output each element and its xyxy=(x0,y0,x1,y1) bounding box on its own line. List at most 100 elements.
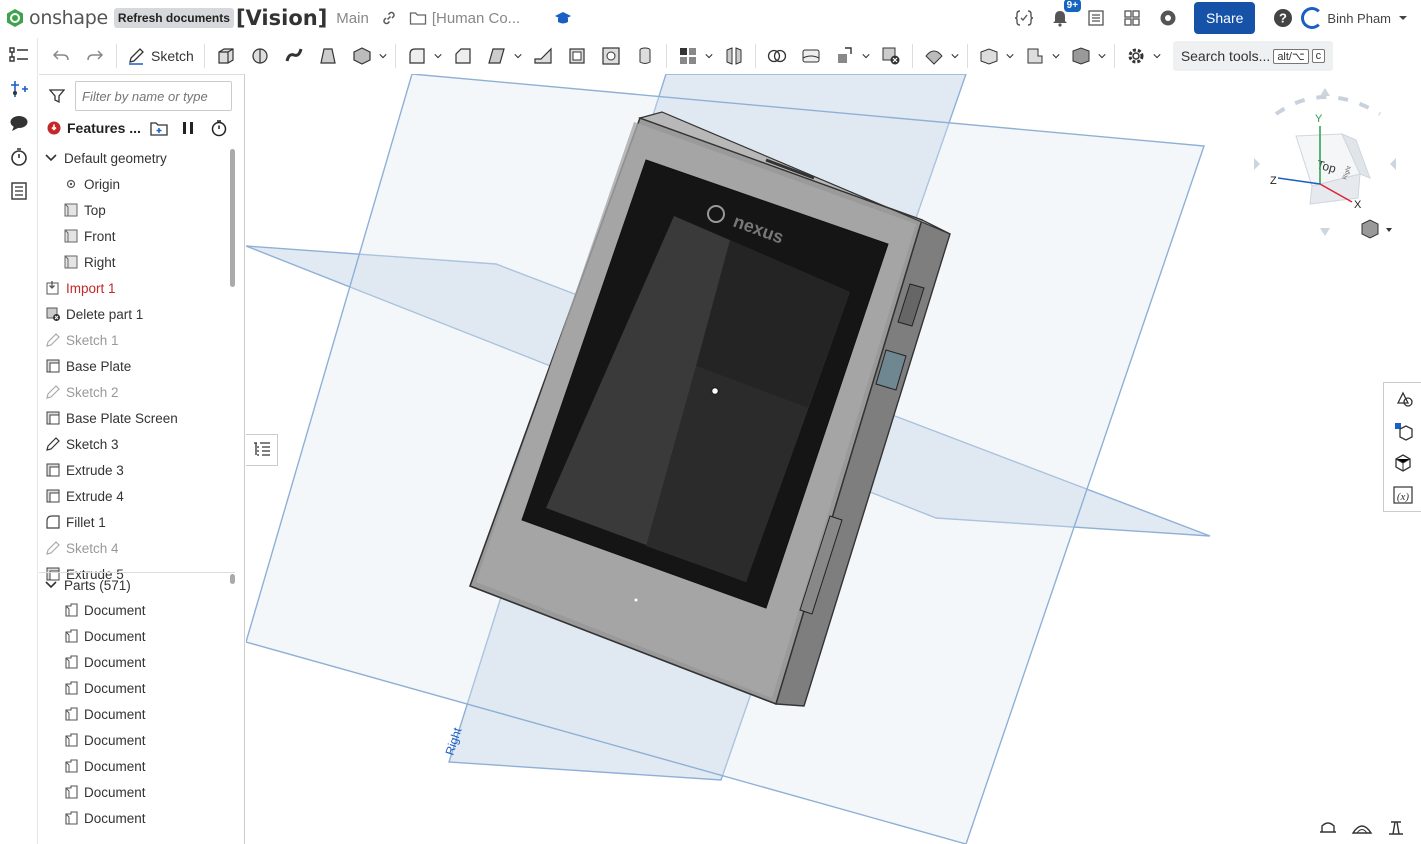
section-view-icon[interactable] xyxy=(1351,818,1373,836)
appearance-panel-icon[interactable] xyxy=(1384,383,1421,415)
add-folder-icon[interactable] xyxy=(149,119,169,137)
cylinder-icon[interactable] xyxy=(634,45,656,67)
parts-list-icon[interactable] xyxy=(0,174,38,208)
help-icon[interactable]: ? xyxy=(1272,7,1294,29)
feature-item-fillet-1[interactable]: Fillet 1 xyxy=(39,509,229,535)
chevron-down-icon[interactable] xyxy=(1006,45,1014,67)
chevron-down-icon[interactable] xyxy=(1098,45,1106,67)
feature-item-origin[interactable]: Origin xyxy=(39,171,229,197)
feature-item-default-geometry[interactable]: Default geometry xyxy=(39,145,229,171)
view-cube[interactable]: Top Right Y X Z xyxy=(1254,88,1396,236)
folder-icon[interactable] xyxy=(409,10,427,26)
measure-tape-icon[interactable] xyxy=(1317,818,1339,836)
refresh-documents-button[interactable]: Refresh documents xyxy=(113,8,234,28)
chevron-down-icon[interactable] xyxy=(379,45,387,67)
viewport-canvas[interactable]: nexus Right Top Right Y X Z xyxy=(246,74,1421,844)
explode-view-icon[interactable] xyxy=(1385,818,1407,836)
thicken-icon[interactable] xyxy=(351,45,373,67)
mirror-icon[interactable] xyxy=(723,45,745,67)
sweep-icon[interactable] xyxy=(283,45,305,67)
filter-funnel-icon[interactable] xyxy=(49,88,65,104)
part-item[interactable]: Document xyxy=(39,727,229,753)
feature-item-top[interactable]: Top xyxy=(39,197,229,223)
feature-list-scrollbar[interactable] xyxy=(230,149,235,287)
undo-icon[interactable] xyxy=(50,45,72,67)
chevron-down-icon[interactable] xyxy=(514,45,522,67)
feature-item-extrude-3[interactable]: Extrude 3 xyxy=(39,457,229,483)
user-menu[interactable]: Binh Pham xyxy=(1301,7,1409,29)
draft-icon[interactable] xyxy=(486,45,508,67)
part-item[interactable]: Document xyxy=(39,805,229,831)
gear-icon[interactable] xyxy=(1125,45,1147,67)
feature-item-right[interactable]: Right xyxy=(39,249,229,275)
notifications-bell-icon[interactable]: 9+ xyxy=(1049,0,1082,29)
branch-name[interactable]: Main xyxy=(336,10,369,27)
transform-icon[interactable] xyxy=(834,45,856,67)
features-label[interactable]: Features ... xyxy=(67,120,141,136)
chevron-down-icon[interactable] xyxy=(1153,45,1161,67)
feature-item-extrude-4[interactable]: Extrude 4 xyxy=(39,483,229,509)
hole-icon[interactable] xyxy=(600,45,622,67)
learning-center-icon[interactable] xyxy=(1157,7,1179,29)
feature-item-sketch-4[interactable]: Sketch 4 xyxy=(39,535,229,561)
part-item[interactable]: Document xyxy=(39,779,229,805)
part-item[interactable]: Document xyxy=(39,675,229,701)
modify-face-icon[interactable] xyxy=(923,45,945,67)
fillet-icon[interactable] xyxy=(406,45,428,67)
shell-icon[interactable] xyxy=(566,45,588,67)
3d-viewport[interactable]: nexus Right Top Right Y X Z xyxy=(246,74,1421,844)
mass-properties-icon[interactable] xyxy=(1384,447,1421,479)
parts-group-header[interactable]: Parts (571) xyxy=(39,573,229,597)
chevron-down-icon[interactable] xyxy=(951,45,959,67)
feature-item-base-plate[interactable]: Base Plate xyxy=(39,353,229,379)
extrude-icon[interactable] xyxy=(215,45,237,67)
chamfer-icon[interactable] xyxy=(452,45,474,67)
feature-list-icon[interactable] xyxy=(0,38,38,72)
part-item[interactable]: Document xyxy=(39,701,229,727)
graduation-cap-icon[interactable] xyxy=(554,10,572,26)
plane-icon[interactable] xyxy=(978,45,1000,67)
onshape-logo[interactable]: onshape xyxy=(5,7,108,29)
origin-marker[interactable] xyxy=(710,386,720,396)
loft-icon[interactable] xyxy=(317,45,339,67)
chevron-down-icon[interactable] xyxy=(1052,45,1060,67)
app-store-grid-icon[interactable] xyxy=(1121,7,1143,29)
folder-path[interactable]: [Human Co... xyxy=(432,10,520,27)
filter-input[interactable] xyxy=(75,81,232,111)
variables-icon[interactable] xyxy=(1013,7,1035,29)
feature-item-sketch-1[interactable]: Sketch 1 xyxy=(39,327,229,353)
chevron-down-icon[interactable] xyxy=(434,45,442,67)
rib-icon[interactable] xyxy=(532,45,554,67)
stopwatch-icon[interactable] xyxy=(210,119,228,137)
parts-list-scrollbar[interactable] xyxy=(230,574,235,584)
view-options-cube-icon[interactable] xyxy=(1361,219,1392,239)
part-item[interactable]: Document xyxy=(39,753,229,779)
checklist-icon[interactable] xyxy=(1085,7,1107,29)
share-button[interactable]: Share xyxy=(1194,2,1256,34)
insert-part-icon[interactable] xyxy=(0,72,38,106)
feature-item-sketch-2[interactable]: Sketch 2 xyxy=(39,379,229,405)
feature-item-sketch-3[interactable]: Sketch 3 xyxy=(39,431,229,457)
history-timer-icon[interactable] xyxy=(0,140,38,174)
chevron-down-icon[interactable] xyxy=(43,577,59,593)
surface-icon[interactable] xyxy=(1070,45,1092,67)
chevron-down-icon[interactable] xyxy=(862,45,870,67)
document-title[interactable]: [Vision] xyxy=(236,6,327,30)
boolean-icon[interactable] xyxy=(766,45,788,67)
split-icon[interactable] xyxy=(800,45,822,67)
pause-icon[interactable] xyxy=(181,120,195,136)
feature-item-base-plate-screen[interactable]: Base Plate Screen xyxy=(39,405,229,431)
revolve-icon[interactable] xyxy=(249,45,271,67)
search-tools-button[interactable]: Search tools... alt/⌥ c xyxy=(1172,41,1334,71)
sketch-button[interactable]: Sketch xyxy=(121,42,200,70)
part-item[interactable]: Document xyxy=(39,597,229,623)
delete-part-icon[interactable] xyxy=(880,45,902,67)
part-item[interactable]: Document xyxy=(39,623,229,649)
chevron-down-icon[interactable] xyxy=(705,45,713,67)
feature-item-front[interactable]: Front xyxy=(39,223,229,249)
redo-icon[interactable] xyxy=(84,45,106,67)
sheet-metal-icon[interactable] xyxy=(1024,45,1046,67)
pattern-icon[interactable] xyxy=(677,45,699,67)
comments-icon[interactable] xyxy=(0,106,38,140)
configurations-cube-icon[interactable] xyxy=(1384,415,1421,447)
